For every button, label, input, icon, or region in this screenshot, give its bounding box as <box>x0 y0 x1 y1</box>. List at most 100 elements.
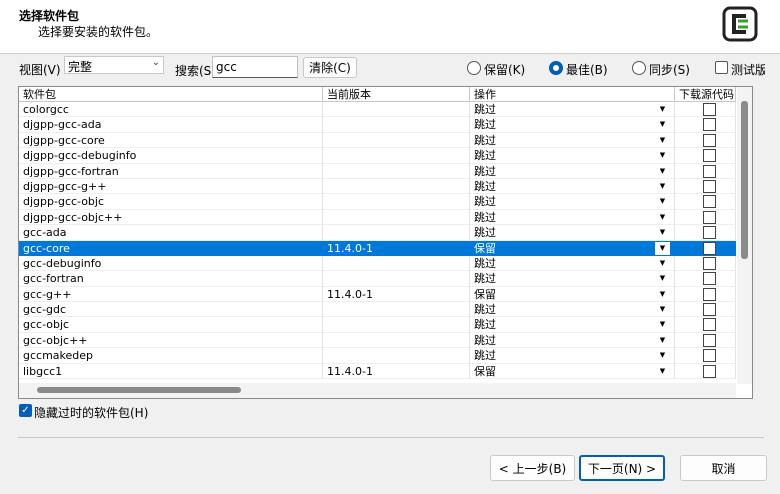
radio-keep[interactable] <box>467 61 481 75</box>
version-cell <box>323 209 470 226</box>
hide-obsolete-checkbox[interactable]: ✓ <box>19 404 32 417</box>
source-checkbox[interactable] <box>703 318 716 332</box>
action-cell[interactable]: 跳过 <box>470 271 675 287</box>
table-row[interactable]: djgpp-gcc-debuginfo 跳过 ▼ <box>19 148 736 164</box>
action-cell[interactable]: 跳过 <box>470 102 675 118</box>
table-row[interactable]: djgpp-gcc-ada 跳过 ▼ <box>19 117 736 133</box>
version-cell <box>323 132 470 149</box>
column-header-package[interactable]: 软件包 <box>19 87 323 102</box>
column-header-version[interactable]: 当前版本 <box>323 87 470 102</box>
dropdown-arrow-icon[interactable]: ▼ <box>655 287 670 301</box>
action-cell[interactable]: 跳过 <box>470 117 675 133</box>
dropdown-arrow-icon[interactable]: ▼ <box>655 318 670 332</box>
dropdown-arrow-icon[interactable]: ▼ <box>655 303 670 317</box>
table-row[interactable]: djgpp-gcc-g++ 跳过 ▼ <box>19 178 736 195</box>
action-cell[interactable]: 跳过 <box>470 225 675 241</box>
action-cell[interactable]: 保留 <box>470 363 675 380</box>
table-row[interactable]: gcc-ada 跳过 ▼ <box>19 225 736 241</box>
horizontal-scrollbar[interactable] <box>19 383 736 398</box>
table-row[interactable]: gcc-fortran 跳过 ▼ <box>19 271 736 287</box>
radio-best-label[interactable]: 最佳(B) <box>566 61 608 78</box>
hide-obsolete-label[interactable]: 隐藏过时的软件包(H) <box>34 404 148 421</box>
action-cell[interactable]: 跳过 <box>470 302 675 318</box>
dropdown-arrow-icon[interactable]: ▼ <box>655 241 670 255</box>
dropdown-arrow-icon[interactable]: ▼ <box>655 133 670 147</box>
dropdown-arrow-icon[interactable]: ▼ <box>655 164 670 178</box>
source-checkbox[interactable] <box>703 195 716 209</box>
action-cell[interactable]: 保留 <box>470 240 675 256</box>
test-checkbox[interactable] <box>715 61 728 74</box>
action-cell[interactable]: 跳过 <box>470 163 675 179</box>
action-cell[interactable]: 跳过 <box>470 132 675 149</box>
radio-sync[interactable] <box>632 61 646 75</box>
table-row[interactable]: djgpp-gcc-core 跳过 ▼ <box>19 132 736 149</box>
source-checkbox[interactable] <box>703 226 716 240</box>
radio-sync-label[interactable]: 同步(S) <box>649 61 690 78</box>
dropdown-arrow-icon[interactable]: ▼ <box>655 256 670 270</box>
dropdown-arrow-icon[interactable]: ▼ <box>655 149 670 163</box>
dropdown-arrow-icon[interactable]: ▼ <box>655 210 670 224</box>
cancel-button[interactable]: 取消 <box>680 455 767 481</box>
source-checkbox[interactable] <box>703 303 716 317</box>
back-button[interactable]: < 上一步(B) <box>490 455 575 481</box>
source-checkbox[interactable] <box>703 241 716 255</box>
search-input[interactable] <box>212 56 298 78</box>
dropdown-arrow-icon[interactable]: ▼ <box>655 118 670 132</box>
dropdown-arrow-icon[interactable]: ▼ <box>655 349 670 363</box>
package-name-cell: djgpp-gcc-debuginfo <box>19 148 323 164</box>
action-cell[interactable]: 跳过 <box>470 148 675 164</box>
source-checkbox[interactable] <box>703 133 716 147</box>
source-checkbox[interactable] <box>703 179 716 193</box>
table-row[interactable]: gcc-debuginfo 跳过 ▼ <box>19 255 736 272</box>
action-cell[interactable]: 跳过 <box>470 209 675 226</box>
table-row[interactable]: gcc-core 11.4.0-1 保留 ▼ <box>19 240 736 256</box>
table-row[interactable]: colorgcc 跳过 ▼ <box>19 102 736 118</box>
dropdown-arrow-icon[interactable]: ▼ <box>655 195 670 209</box>
source-checkbox[interactable] <box>703 149 716 163</box>
dropdown-arrow-icon[interactable]: ▼ <box>655 179 670 193</box>
table-row[interactable]: djgpp-gcc-objc++ 跳过 ▼ <box>19 209 736 226</box>
action-cell[interactable]: 跳过 <box>470 317 675 333</box>
table-row[interactable]: gcc-g++ 11.4.0-1 保留 ▼ <box>19 286 736 303</box>
source-checkbox[interactable] <box>703 333 716 347</box>
source-checkbox[interactable] <box>703 103 716 116</box>
action-cell[interactable]: 跳过 <box>470 178 675 195</box>
version-cell <box>323 117 470 133</box>
scrollbar-thumb[interactable] <box>741 101 748 259</box>
dropdown-arrow-icon[interactable]: ▼ <box>655 272 670 286</box>
action-cell[interactable]: 跳过 <box>470 348 675 364</box>
view-select[interactable]: 完整 ⌄ <box>64 56 164 74</box>
dropdown-arrow-icon[interactable]: ▼ <box>655 333 670 347</box>
dropdown-arrow-icon[interactable]: ▼ <box>655 103 670 116</box>
radio-best[interactable] <box>549 61 563 75</box>
dropdown-arrow-icon[interactable]: ▼ <box>655 364 670 378</box>
table-row[interactable]: gcc-objc 跳过 ▼ <box>19 317 736 333</box>
action-cell[interactable]: 保留 <box>470 286 675 303</box>
action-cell[interactable]: 跳过 <box>470 332 675 349</box>
radio-keep-label[interactable]: 保留(K) <box>484 61 525 78</box>
source-checkbox[interactable] <box>703 164 716 178</box>
table-row[interactable]: djgpp-gcc-objc 跳过 ▼ <box>19 194 736 210</box>
table-row[interactable]: libgcc1 11.4.0-1 保留 ▼ <box>19 363 736 380</box>
source-checkbox[interactable] <box>703 210 716 224</box>
vertical-scrollbar[interactable] <box>737 87 752 384</box>
column-header-action[interactable]: 操作 <box>470 87 675 102</box>
test-checkbox-label[interactable]: 测试版 <box>731 61 765 78</box>
source-checkbox[interactable] <box>703 118 716 132</box>
source-checkbox[interactable] <box>703 287 716 301</box>
source-checkbox[interactable] <box>703 256 716 270</box>
table-row[interactable]: gcc-gdc 跳过 ▼ <box>19 302 736 318</box>
table-row[interactable]: gccmakedep 跳过 ▼ <box>19 348 736 364</box>
column-header-source[interactable]: 下载源代码? <box>675 87 736 102</box>
action-cell[interactable]: 跳过 <box>470 255 675 272</box>
source-checkbox[interactable] <box>703 364 716 378</box>
action-cell[interactable]: 跳过 <box>470 194 675 210</box>
source-checkbox[interactable] <box>703 349 716 363</box>
clear-button[interactable]: 清除(C) <box>303 57 357 78</box>
table-row[interactable]: gcc-objc++ 跳过 ▼ <box>19 332 736 349</box>
dropdown-arrow-icon[interactable]: ▼ <box>655 226 670 240</box>
scrollbar-thumb[interactable] <box>37 387 241 393</box>
source-checkbox[interactable] <box>703 272 716 286</box>
next-button[interactable]: 下一页(N) > <box>579 455 665 481</box>
table-row[interactable]: djgpp-gcc-fortran 跳过 ▼ <box>19 163 736 179</box>
